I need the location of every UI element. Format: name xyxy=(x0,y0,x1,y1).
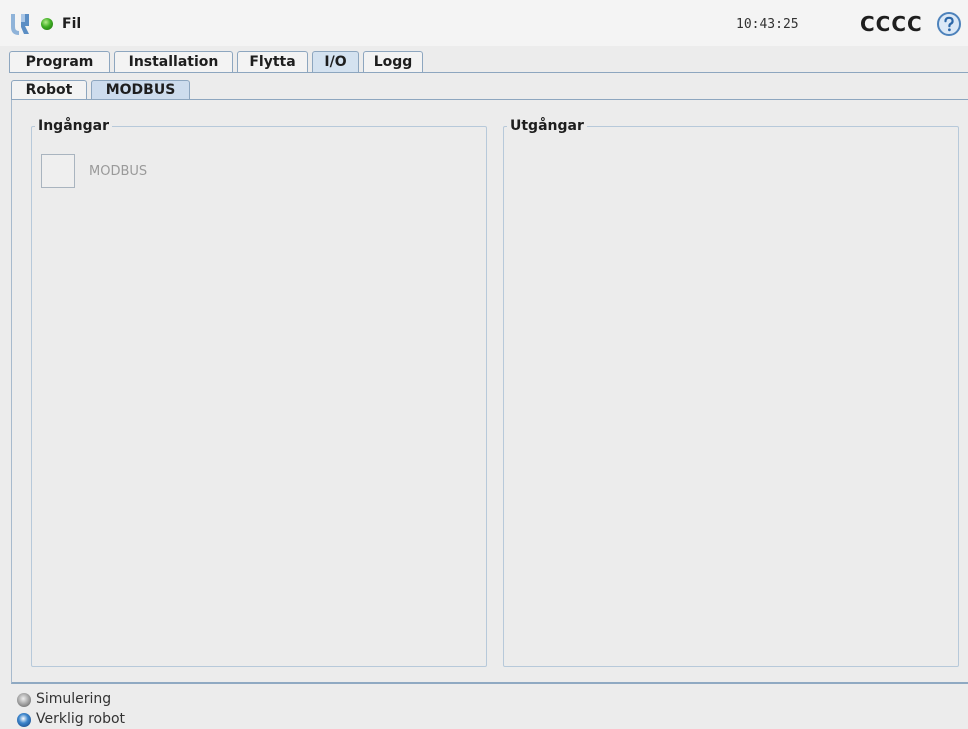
simulation-radio-icon[interactable] xyxy=(17,693,31,707)
clock: 10:43:25 xyxy=(736,17,799,32)
robot-name: CCCC xyxy=(860,12,923,36)
tab-installation[interactable]: Installation xyxy=(114,51,233,72)
tab-label: I/O xyxy=(324,54,347,70)
outputs-group: Utgångar xyxy=(503,118,959,667)
inputs-group: Ingångar MODBUS xyxy=(31,118,487,667)
inputs-title: Ingångar xyxy=(38,118,109,134)
tab-program[interactable]: Program xyxy=(9,51,110,72)
robot-status-icon xyxy=(41,18,53,30)
subtab-robot[interactable]: Robot xyxy=(11,80,87,100)
subtab-label: Robot xyxy=(25,82,73,98)
main-tabs-divider xyxy=(9,72,968,73)
ur-logo-icon xyxy=(11,14,29,35)
tab-io[interactable]: I/O xyxy=(312,51,359,72)
simulation-label: Simulering xyxy=(36,691,112,707)
file-menu[interactable]: Fil xyxy=(62,16,81,32)
subtab-modbus[interactable]: MODBUS xyxy=(91,80,190,100)
tab-logg[interactable]: Logg xyxy=(363,51,423,72)
modbus-io-panel: Ingångar MODBUS Utgångar xyxy=(11,100,968,684)
tab-label: Logg xyxy=(373,54,413,70)
help-icon[interactable] xyxy=(937,12,961,36)
tab-label: Installation xyxy=(128,54,219,70)
tab-label: Program xyxy=(25,54,94,70)
tab-label: Flytta xyxy=(249,54,296,70)
real-robot-radio-icon[interactable] xyxy=(17,713,31,727)
tab-flytta[interactable]: Flytta xyxy=(237,51,308,72)
real-robot-label: Verklig robot xyxy=(36,711,126,727)
modbus-input-label: MODBUS xyxy=(89,164,148,179)
outputs-title: Utgångar xyxy=(510,118,584,134)
top-bar: Fil 10:43:25 CCCC xyxy=(0,0,968,46)
modbus-input-checkbox[interactable] xyxy=(41,154,75,188)
subtab-label: MODBUS xyxy=(105,82,176,98)
